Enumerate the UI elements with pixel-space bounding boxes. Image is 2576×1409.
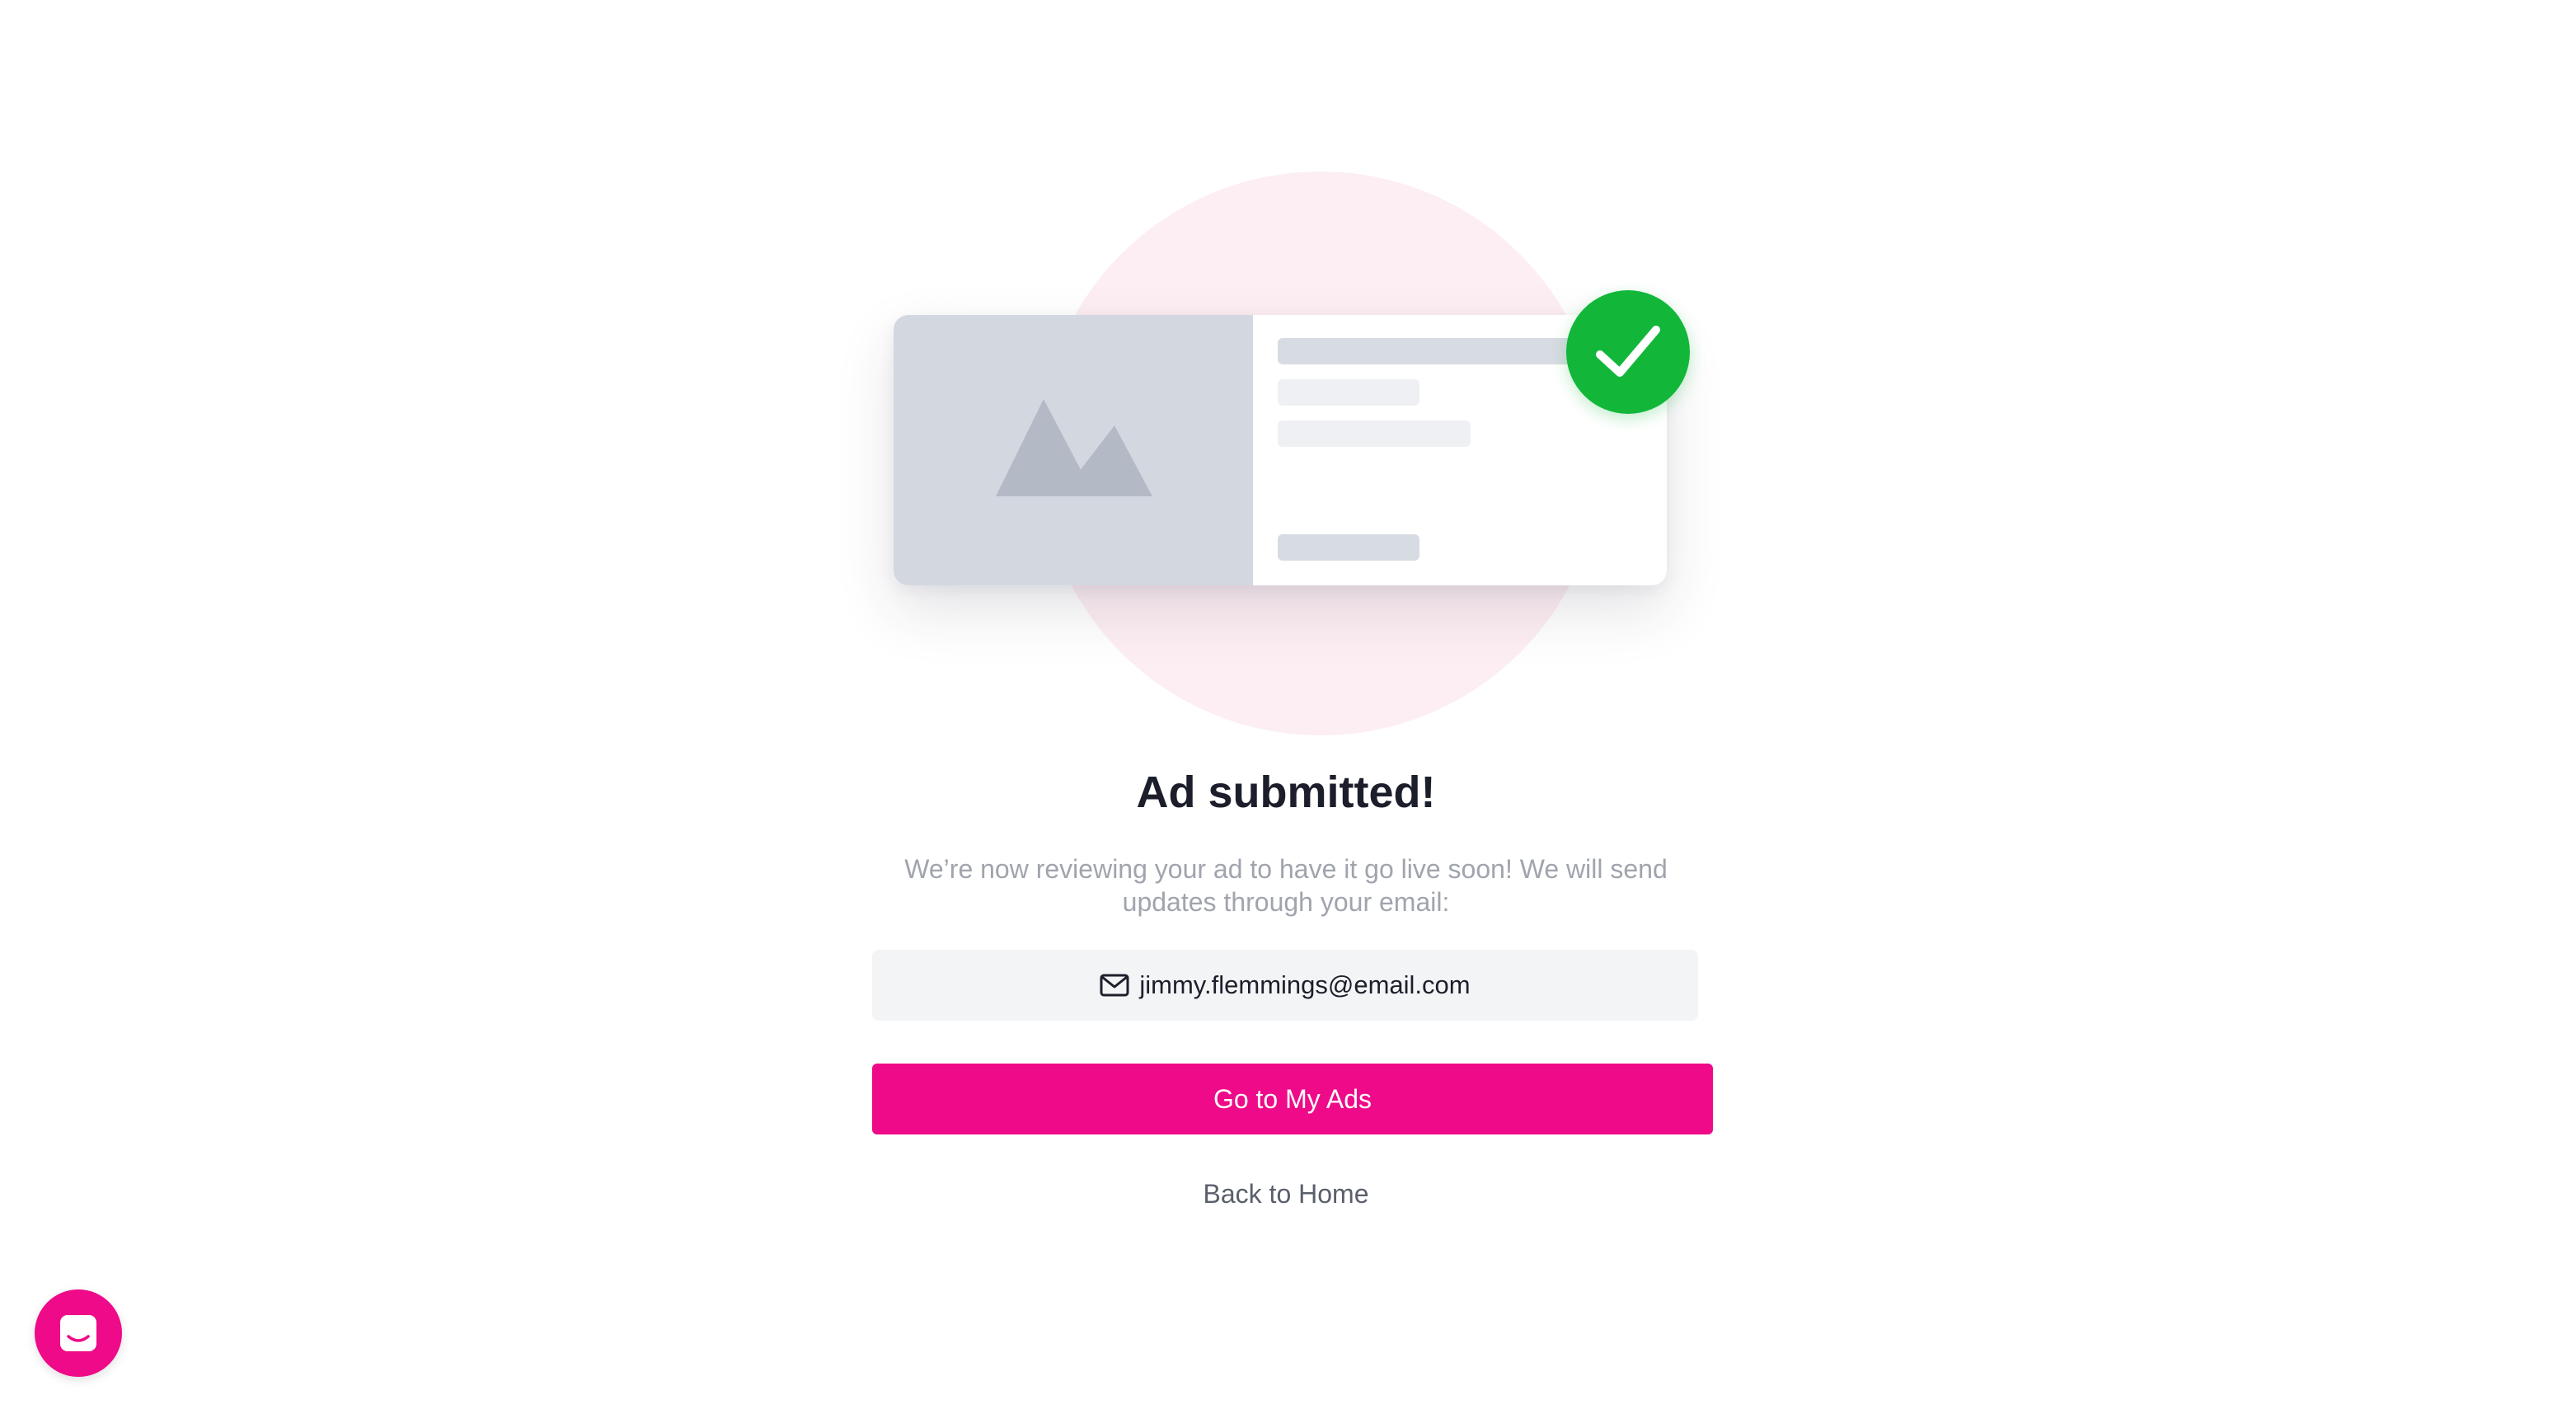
- checkmark-icon: [1596, 326, 1660, 377]
- go-to-my-ads-button[interactable]: Go to My Ads: [872, 1064, 1713, 1134]
- back-to-home-link[interactable]: Back to Home: [874, 1179, 1698, 1209]
- skeleton-line-title: [1278, 338, 1591, 364]
- ad-submitted-page: Ad submitted! We’re now reviewing your a…: [0, 0, 2576, 1409]
- skeleton-line-medium: [1278, 420, 1471, 447]
- email-display: jimmy.flemmings@email.com: [872, 950, 1698, 1021]
- email-address: jimmy.flemmings@email.com: [1139, 970, 1471, 999]
- ad-image-placeholder: [894, 315, 1253, 585]
- mail-icon: [1100, 973, 1129, 998]
- chat-launcher-button[interactable]: [35, 1289, 122, 1377]
- success-badge: [1566, 290, 1690, 414]
- image-placeholder-icon: [996, 399, 1152, 496]
- success-illustration: [874, 165, 1698, 742]
- skeleton-line-short: [1278, 379, 1419, 406]
- skeleton-line-footer: [1278, 534, 1419, 561]
- page-title: Ad submitted!: [1136, 768, 1436, 817]
- confirmation-message: We’re now reviewing your ad to have it g…: [904, 854, 1668, 917]
- chat-icon: [60, 1315, 96, 1351]
- ad-preview-card: [894, 315, 1667, 585]
